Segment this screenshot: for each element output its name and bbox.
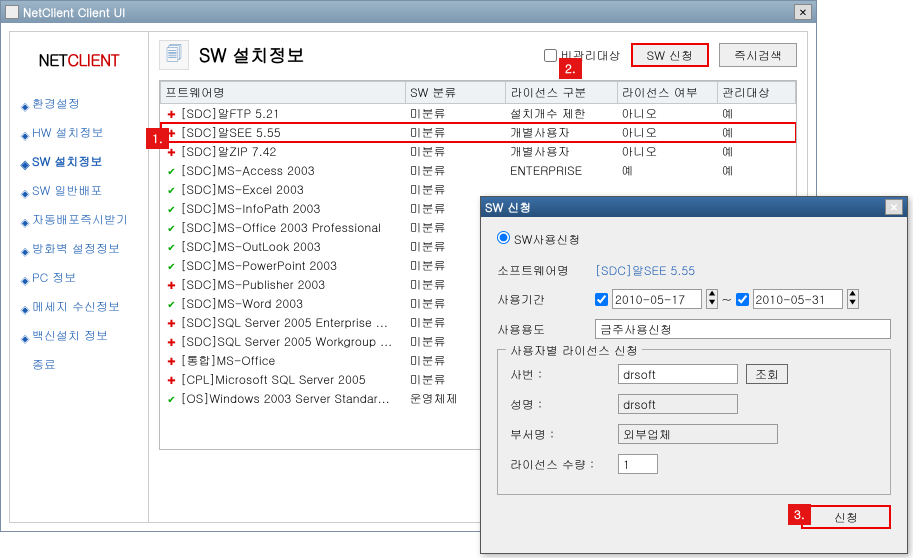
label-username: 성명 : (510, 396, 610, 413)
sidebar-item-7[interactable]: ◈ 메세지 수신정보 (10, 292, 148, 321)
label-swname: 소프트웨어명 (497, 262, 587, 279)
value-swname: [SDC]알SEE 5.55 (595, 262, 695, 279)
qty-input[interactable] (618, 454, 658, 474)
window-close-button[interactable]: ✕ (794, 4, 812, 20)
status-icon: ✚ (165, 278, 179, 292)
bullet-icon: ◈ (20, 245, 28, 253)
logo-accent: CLIENT (68, 48, 120, 71)
bullet-icon: ◈ (20, 303, 28, 311)
table-row[interactable]: ✚[SDC]알ZIP 7.42미분류개별사용자아니오예 (161, 142, 796, 161)
sidebar-item-6[interactable]: ◈ PC 정보 (10, 263, 148, 292)
bullet-icon: ◈ (20, 332, 28, 340)
status-icon: ✚ (165, 335, 179, 349)
sidebar-item-0[interactable]: ◈ 환경설정 (10, 89, 148, 118)
usage-input[interactable] (595, 319, 891, 339)
bullet-icon: ◈ (20, 129, 28, 137)
callout-3: 3. (788, 504, 811, 525)
sidebar-item-8[interactable]: ◈ 백신설치 정보 (10, 321, 148, 350)
bullet-icon: ◈ (20, 100, 28, 108)
sidebar-item-5[interactable]: ◈ 방화벽 설정정보 (10, 234, 148, 263)
radio-sw-use-input[interactable] (497, 231, 510, 244)
label-qty: 라이선스 수량 : (510, 456, 610, 473)
window-title: NetClient Client UI (23, 4, 125, 21)
sidebar-item-label: PC 정보 (32, 269, 76, 286)
status-icon: ✚ (165, 373, 179, 387)
sw-request-button[interactable]: SW 신청 (631, 43, 709, 67)
status-icon: ✔ (165, 164, 179, 178)
dialog-titlebar: SW 신청 ✕ (481, 197, 907, 217)
status-icon: ✔ (165, 259, 179, 273)
status-icon: ✔ (165, 202, 179, 216)
label-period: 사용기간 (497, 291, 587, 308)
sidebar-item-9[interactable]: 종료 (10, 350, 148, 379)
status-icon: ✔ (165, 240, 179, 254)
radio-sw-use[interactable]: SW사용신청 (497, 231, 580, 248)
date-from-checkbox[interactable] (595, 293, 608, 306)
logo: NETCLIENT (10, 38, 148, 89)
date-to-input[interactable] (753, 289, 843, 309)
user-license-fieldset: 사용자별 라이선스 신청 사번 : 조회 성명 : 부서명 : 라이선스 수량 … (497, 349, 891, 495)
table-header-cell[interactable]: SW 분류 (406, 82, 506, 104)
fieldset-legend: 사용자별 라이선스 신청 (506, 342, 642, 359)
dialog-title: SW 신청 (485, 199, 531, 216)
date-from-input[interactable] (612, 289, 702, 309)
page-icon: 🗐 (159, 40, 189, 70)
lookup-button[interactable]: 조회 (746, 364, 788, 384)
bullet-icon: ◈ (20, 187, 28, 195)
sw-request-dialog: SW 신청 ✕ SW사용신청 소프트웨어명 [SDC]알SEE 5.55 사용기… (480, 196, 908, 554)
table-row[interactable]: ✚[SDC]알SEE 5.55미분류개별사용자아니오예 (161, 123, 796, 142)
table-row[interactable]: ✚[SDC]알FTP 5.21미분류설치개수 제한아니오예 (161, 104, 796, 124)
bullet-icon: ◈ (20, 216, 28, 224)
status-icon: ✚ (165, 107, 179, 121)
sidebar-item-4[interactable]: ◈ 자동배포즉시받기 (10, 205, 148, 234)
sabun-input[interactable] (618, 364, 738, 384)
blank-bullet (20, 361, 28, 369)
sidebar-item-1[interactable]: ◈ HW 설치정보 (10, 118, 148, 147)
app-icon (5, 5, 19, 19)
sidebar-item-2[interactable]: ◈ SW 설치정보 (10, 147, 148, 176)
scan-now-button[interactable]: 즉시검색 (719, 43, 797, 67)
username-input (618, 394, 738, 414)
sidebar-item-label: 백신설치 정보 (32, 327, 108, 344)
status-icon: ✚ (165, 316, 179, 330)
dept-input (618, 424, 778, 444)
sidebar-item-label: 환경설정 (32, 95, 80, 112)
logo-pre: NET (39, 48, 68, 71)
sidebar-item-label: HW 설치정보 (32, 124, 104, 141)
sidebar: NETCLIENT ◈환경설정◈HW 설치정보◈SW 설치정보◈SW 일반배포◈… (9, 31, 149, 523)
date-to-checkbox[interactable] (736, 293, 749, 306)
page-title: SW 설치정보 (199, 43, 305, 68)
status-icon: ✔ (165, 297, 179, 311)
sidebar-item-label: 자동배포즉시받기 (32, 211, 128, 228)
table-header-cell[interactable]: 관리대상 (717, 82, 795, 104)
callout-1: 1. (146, 128, 169, 149)
dialog-close-button[interactable]: ✕ (885, 199, 903, 215)
table-header-cell[interactable]: 라이선스 여부 (617, 82, 717, 104)
status-icon: ✚ (165, 354, 179, 368)
sidebar-item-label: 방화벽 설정정보 (32, 240, 120, 257)
status-icon: ✔ (165, 183, 179, 197)
date-from-spinner[interactable]: ▲▼ (706, 289, 718, 309)
bullet-icon: ◈ (20, 158, 28, 166)
bullet-icon: ◈ (20, 274, 28, 282)
unmanaged-checkbox[interactable] (544, 49, 557, 62)
table-row[interactable]: ✔[SDC]MS-Access 2003미분류ENTERPRISE예예 (161, 161, 796, 180)
status-icon: ✔ (165, 221, 179, 235)
submit-button[interactable]: 신청 (801, 505, 891, 529)
table-header-cell[interactable]: 라이선스 구분 (506, 82, 617, 104)
label-sabun: 사번 : (510, 366, 610, 383)
label-usage: 사용용도 (497, 321, 587, 338)
label-dept: 부서명 : (510, 426, 610, 443)
callout-2: 2. (559, 58, 582, 79)
unmanaged-checkbox-label[interactable]: 비관리대상 (544, 47, 621, 64)
sidebar-item-label: SW 설치정보 (32, 153, 102, 170)
titlebar: NetClient Client UI ✕ (1, 1, 816, 23)
date-to-spinner[interactable]: ▲▼ (847, 289, 859, 309)
table-header-cell[interactable]: 프트웨어명 (161, 82, 406, 104)
sidebar-item-label: SW 일반배포 (32, 182, 102, 199)
sidebar-item-label: 메세지 수신정보 (32, 298, 120, 315)
sidebar-item-3[interactable]: ◈ SW 일반배포 (10, 176, 148, 205)
status-icon: ✔ (165, 392, 179, 406)
sidebar-item-label: 종료 (32, 356, 56, 373)
